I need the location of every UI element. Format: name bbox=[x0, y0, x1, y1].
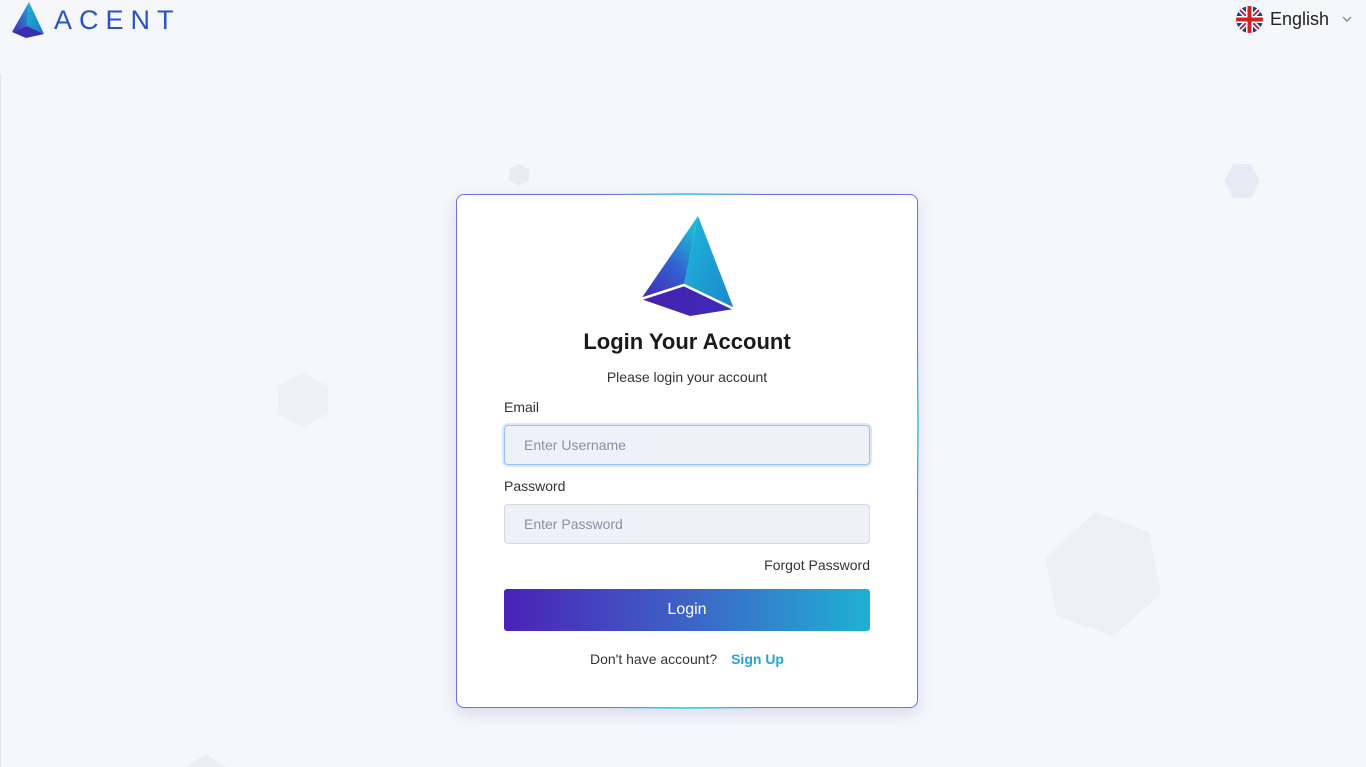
forgot-password-link[interactable]: Forgot Password bbox=[764, 557, 870, 573]
brand-logo[interactable]: ACENT bbox=[10, 0, 181, 40]
brand-name: ACENT bbox=[54, 4, 181, 35]
decorative-hexagon bbox=[509, 164, 529, 186]
decorative-hexagon bbox=[1224, 164, 1260, 198]
uk-flag-icon bbox=[1235, 5, 1263, 33]
card-glow bbox=[607, 707, 767, 709]
sign-up-link[interactable]: Sign Up bbox=[731, 651, 784, 667]
card-glow bbox=[607, 193, 767, 195]
top-bar: ACENT English bbox=[0, 0, 1366, 46]
page-subtitle: Please login your account bbox=[606, 369, 768, 385]
page-title: Login Your Account bbox=[583, 329, 791, 354]
signup-prompt: Don't have account? bbox=[590, 651, 718, 667]
decorative-hexagon bbox=[1045, 512, 1161, 636]
signup-row: Don't have account? Sign Up bbox=[457, 651, 917, 667]
page-divider bbox=[0, 74, 1, 767]
decorative-hexagon bbox=[278, 373, 328, 427]
password-label: Password bbox=[504, 478, 566, 494]
acent-logo-icon bbox=[12, 2, 44, 38]
language-label: English bbox=[1269, 8, 1329, 29]
card-glow bbox=[917, 345, 919, 505]
email-input[interactable] bbox=[504, 425, 870, 465]
language-selector[interactable]: English bbox=[1235, 4, 1352, 34]
acent-pyramid-logo bbox=[640, 216, 735, 316]
email-label: Email bbox=[504, 399, 540, 415]
password-input[interactable] bbox=[504, 504, 870, 544]
login-card: Login Your Account Please login your acc… bbox=[456, 193, 919, 709]
decorative-hexagon bbox=[186, 754, 226, 767]
login-button[interactable]: Login bbox=[504, 589, 870, 631]
chevron-down-icon bbox=[1342, 16, 1352, 22]
